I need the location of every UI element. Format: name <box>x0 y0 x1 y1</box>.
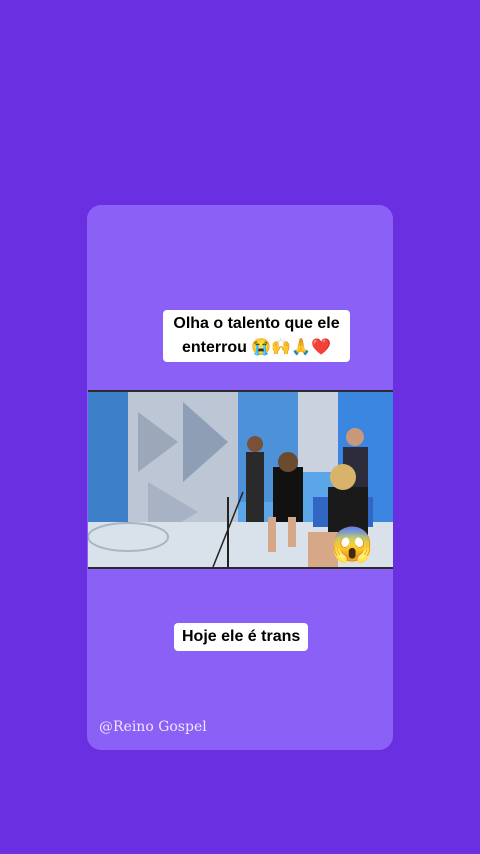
top-caption: Olha o talento que ele enterrou 😭🙌🙏❤️ <box>163 310 350 362</box>
shocked-face-emoji: 😱 <box>331 526 374 564</box>
top-caption-line2: enterrou 😭🙌🙏❤️ <box>181 339 332 356</box>
top-caption-line1: Olha o talento que ele <box>173 315 340 332</box>
bottom-caption: Hoje ele é trans <box>174 623 309 651</box>
watermark: @Reino Gospel <box>99 719 207 735</box>
